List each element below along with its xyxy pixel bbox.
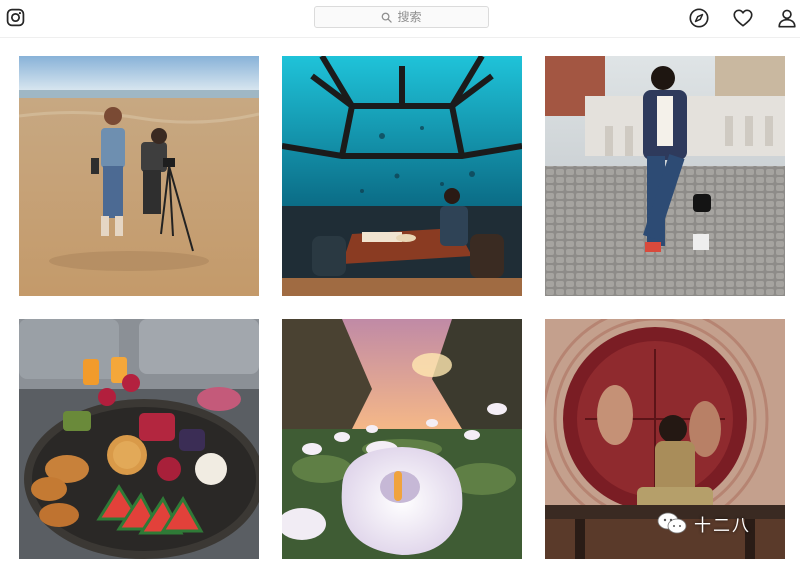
post-thumbnail-beach-photographers[interactable]	[19, 56, 259, 296]
post-thumbnail-street-fashion[interactable]	[545, 56, 785, 296]
person-icon[interactable]	[776, 7, 798, 29]
search-box[interactable]: 搜索	[314, 6, 489, 28]
post-thumbnail-brunch-table[interactable]	[19, 319, 259, 559]
post-thumbnail-underwater-restaurant[interactable]	[282, 56, 522, 296]
underwater-restaurant-photo	[282, 56, 522, 296]
beach-photographers-photo	[19, 56, 259, 296]
top-navigation-bar: 搜索	[0, 0, 800, 38]
heart-icon[interactable]	[732, 7, 754, 29]
search-icon	[382, 12, 393, 23]
calla-lily-valley-photo	[282, 319, 522, 559]
compass-icon[interactable]	[688, 7, 710, 29]
post-thumbnail-calla-lily-valley[interactable]	[282, 319, 522, 559]
wechat-watermark: 十二八	[656, 510, 751, 536]
watermark-text: 十二八	[694, 515, 751, 535]
street-fashion-photo	[545, 56, 785, 296]
wechat-icon	[657, 512, 687, 534]
search-placeholder: 搜索	[397, 10, 422, 24]
brunch-table-photo	[19, 319, 259, 559]
instagram-logo-icon[interactable]	[6, 8, 25, 27]
